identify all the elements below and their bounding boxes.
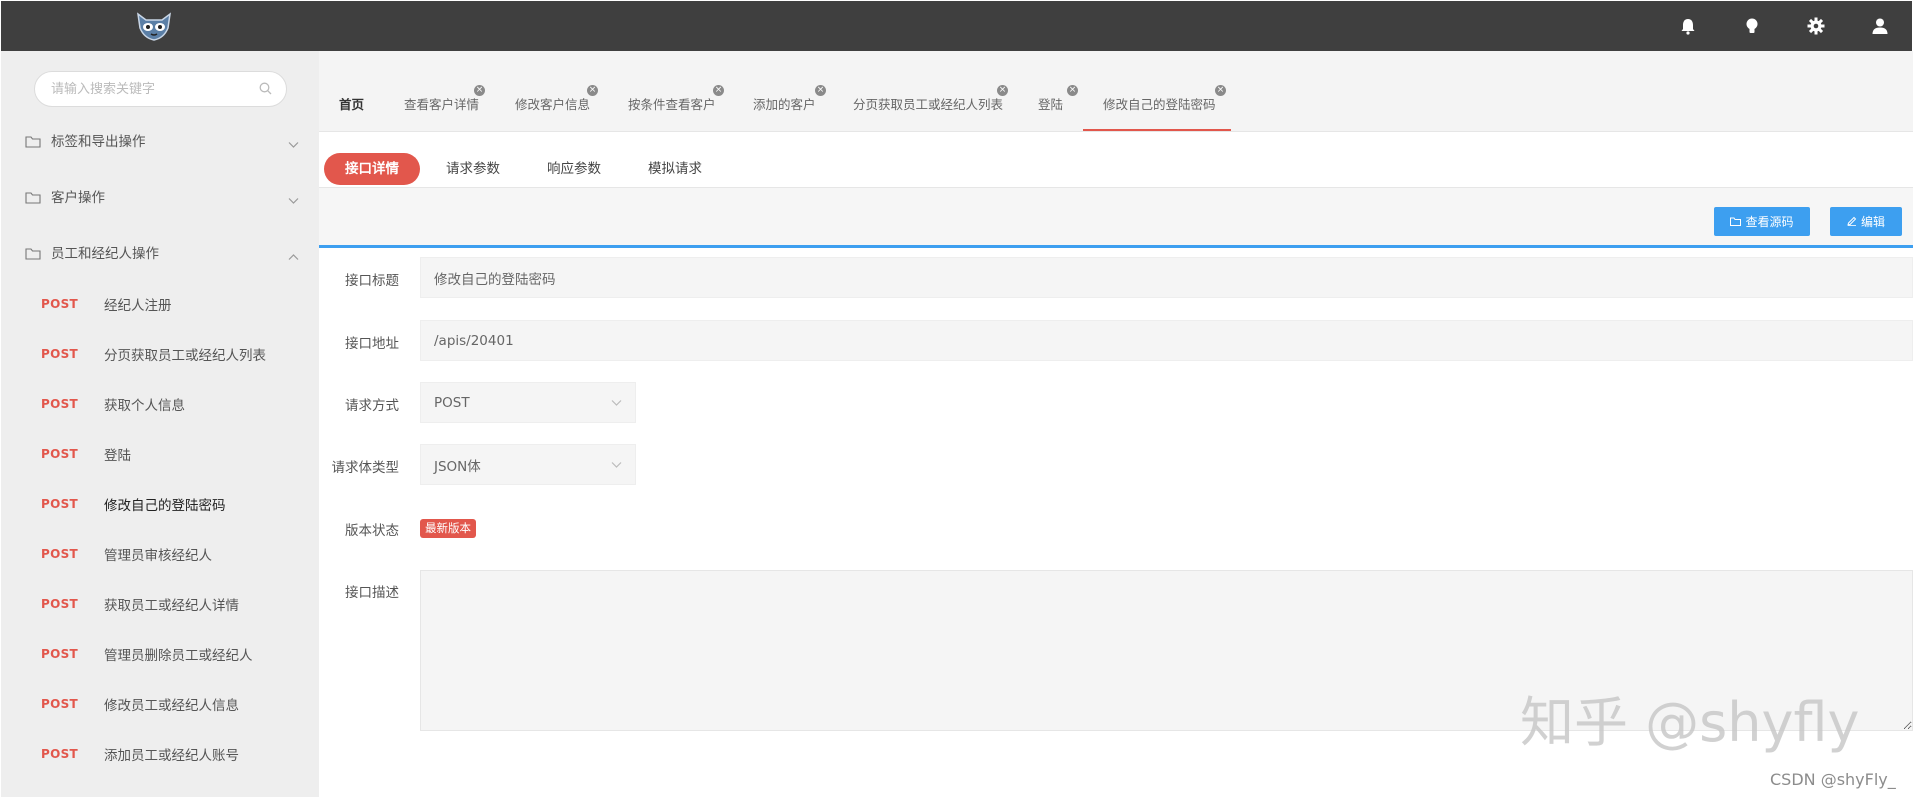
sidebar-api-item[interactable]: POST 经纪人注册	[1, 284, 319, 324]
folder-icon	[25, 245, 41, 264]
version-status-badge: 最新版本	[420, 519, 476, 538]
body-type-select[interactable]: JSON体	[420, 444, 636, 485]
subtab-mock-request[interactable]: 模拟请求	[642, 153, 708, 185]
api-name: 获取员工或经纪人详情	[104, 598, 239, 614]
sidebar-group-customers[interactable]: 客户操作	[1, 176, 319, 216]
method-badge: POST	[41, 597, 79, 611]
edit-button[interactable]: 编辑	[1830, 207, 1902, 236]
close-icon[interactable]: ×	[713, 85, 724, 96]
method-badge: POST	[41, 347, 79, 361]
chevron-down-icon	[611, 395, 622, 411]
tab-label: 按条件查看客户	[628, 97, 716, 112]
detail-toolbar: 查看源码 编辑	[319, 188, 1913, 248]
sidebar-api-item[interactable]: POST 获取个人信息	[1, 384, 319, 424]
tab-label: 登陆	[1038, 97, 1064, 112]
api-name: 管理员删除员工或经纪人	[104, 648, 253, 664]
tab-label: 首页	[339, 97, 365, 112]
search-box[interactable]	[34, 71, 287, 107]
body-type-label: 请求体类型	[331, 460, 400, 476]
tab-label: 分页获取员工或经纪人列表	[853, 97, 1004, 112]
close-icon[interactable]: ×	[474, 85, 485, 96]
sidebar-api-item-active[interactable]: POST 修改自己的登陆密码	[1, 484, 319, 524]
sidebar-api-item[interactable]: POST 登陆	[1, 434, 319, 474]
lightbulb-icon[interactable]	[1739, 13, 1765, 39]
close-icon[interactable]: ×	[587, 85, 598, 96]
page-tabs-bar: 首页 查看客户详情 × 修改客户信息 × 按条件查看客户 × 添加的客户 × 分…	[319, 51, 1913, 132]
user-icon[interactable]	[1867, 13, 1893, 39]
api-name: 添加员工或经纪人账号	[104, 748, 239, 764]
search-icon[interactable]	[259, 80, 272, 99]
chevron-down-icon	[288, 190, 299, 209]
pencil-icon	[1847, 215, 1857, 229]
sidebar-api-item[interactable]: POST 管理员审核经纪人	[1, 534, 319, 574]
sidebar-group-label: 员工和经纪人操作	[51, 246, 159, 262]
sidebar-api-item[interactable]: POST 修改员工或经纪人信息	[1, 684, 319, 724]
method-badge: POST	[41, 447, 79, 461]
api-url-field[interactable]: /apis/20401	[420, 320, 1913, 361]
request-method-select[interactable]: POST	[420, 382, 636, 423]
tab-label: 修改客户信息	[515, 97, 591, 112]
api-name: 修改员工或经纪人信息	[104, 698, 239, 714]
api-url-label: 接口地址	[345, 336, 399, 352]
detail-subtabs: 接口详情 请求参数 响应参数 模拟请求	[319, 151, 1913, 188]
sidebar-group-label: 客户操作	[51, 190, 105, 206]
tab-label: 修改自己的登陆密码	[1103, 97, 1216, 112]
close-icon[interactable]: ×	[1067, 85, 1078, 96]
api-name: 分页获取员工或经纪人列表	[104, 348, 266, 364]
close-icon[interactable]: ×	[997, 85, 1008, 96]
chevron-down-icon	[611, 457, 622, 473]
credit-text: CSDN @shyFly_	[1770, 770, 1896, 789]
search-input[interactable]	[49, 80, 259, 98]
subtab-request-params[interactable]: 请求参数	[440, 153, 506, 185]
api-name: 经纪人注册	[104, 298, 172, 314]
folder-icon	[1730, 215, 1742, 229]
view-source-button[interactable]: 查看源码	[1714, 207, 1810, 236]
subtab-response-params[interactable]: 响应参数	[541, 153, 607, 185]
api-title-label: 接口标题	[345, 273, 399, 289]
bell-icon[interactable]	[1675, 13, 1701, 39]
logo-icon[interactable]	[134, 10, 174, 42]
api-name: 管理员审核经纪人	[104, 548, 212, 564]
edit-label: 编辑	[1860, 215, 1885, 229]
folder-icon	[25, 189, 41, 208]
sidebar-group-label: 标签和导出操作	[51, 134, 146, 150]
method-badge: POST	[41, 497, 79, 511]
sidebar-api-item[interactable]: POST 获取员工或经纪人详情	[1, 584, 319, 624]
api-name: 获取个人信息	[104, 398, 185, 414]
subtab-api-detail[interactable]: 接口详情	[324, 153, 420, 185]
view-source-label: 查看源码	[1745, 215, 1794, 229]
method-badge: POST	[41, 647, 79, 661]
api-name: 登陆	[104, 448, 131, 464]
request-method-label: 请求方式	[345, 398, 399, 414]
body-type-value: JSON体	[434, 458, 481, 475]
sidebar-group-staff-brokers[interactable]: 员工和经纪人操作	[1, 232, 319, 272]
request-method-value: POST	[434, 394, 470, 411]
method-badge: POST	[41, 697, 79, 711]
method-badge: POST	[41, 397, 79, 411]
sidebar-group-tags-export[interactable]: 标签和导出操作	[1, 120, 319, 160]
top-bar	[1, 1, 1912, 51]
folder-icon	[25, 133, 41, 152]
close-icon[interactable]: ×	[1215, 85, 1226, 96]
close-icon[interactable]: ×	[815, 85, 826, 96]
chevron-down-icon	[288, 134, 299, 153]
sidebar-api-item[interactable]: POST 添加员工或经纪人账号	[1, 734, 319, 774]
sidebar: 标签和导出操作 客户操作 员工和经纪人操作 POST 经纪人注册 POST 分页…	[1, 51, 319, 797]
api-name: 修改自己的登陆密码	[104, 498, 226, 514]
method-badge: POST	[41, 747, 79, 761]
version-status-label: 版本状态	[345, 523, 399, 539]
sidebar-api-item[interactable]: POST 管理员删除员工或经纪人	[1, 634, 319, 674]
tab-label: 查看客户详情	[404, 97, 480, 112]
tab-label: 添加的客户	[753, 97, 816, 112]
gear-icon[interactable]	[1803, 13, 1829, 39]
watermark-text: 知乎 @shyfly	[1520, 691, 1860, 754]
chevron-up-icon	[288, 246, 299, 265]
api-title-field[interactable]: 修改自己的登陆密码	[420, 257, 1913, 298]
api-description-label: 接口描述	[345, 585, 399, 601]
active-tab-indicator	[1083, 129, 1231, 131]
method-badge: POST	[41, 297, 79, 311]
sidebar-api-item[interactable]: POST 分页获取员工或经纪人列表	[1, 334, 319, 374]
method-badge: POST	[41, 547, 79, 561]
